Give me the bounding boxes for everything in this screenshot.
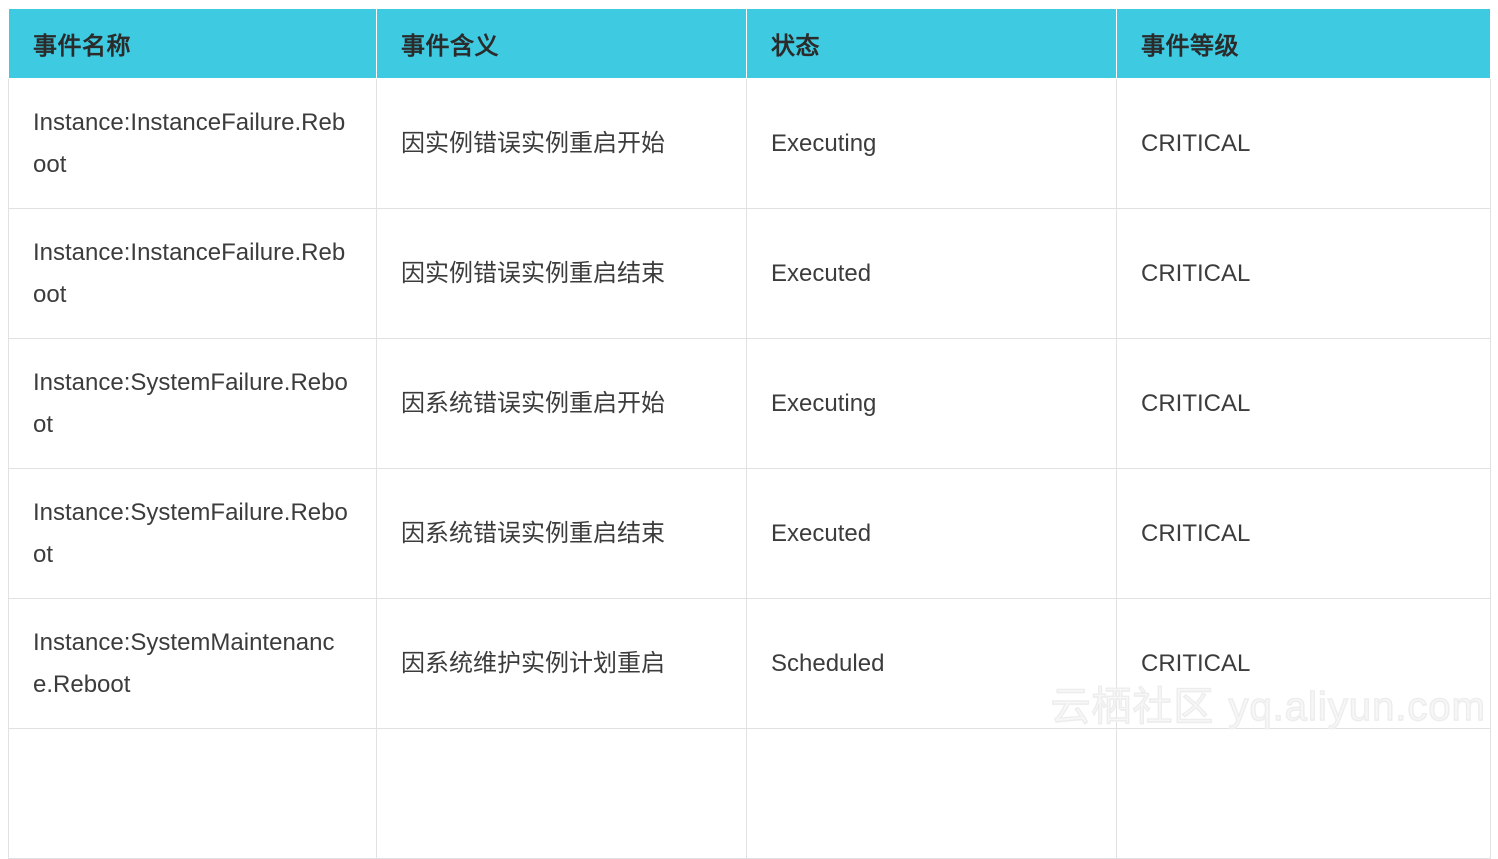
cell-status: Executed — [746, 208, 1117, 339]
table-row: Instance:SystemFailure.Reboot 因系统错误实例重启开… — [8, 338, 1491, 469]
cell-status: Executed — [746, 468, 1117, 599]
cell-status: Executing — [746, 78, 1117, 209]
cell-event-level: CRITICAL — [1116, 78, 1491, 209]
cell-status: Executing — [746, 338, 1117, 469]
cell-event-name: Instance:SystemFailure.Reboot — [8, 468, 377, 599]
cell-event-level: CRITICAL — [1116, 208, 1491, 339]
cell-event-name: Instance:InstanceFailure.Reboot — [8, 208, 377, 339]
table-header-row: 事件名称 事件含义 状态 事件等级 — [8, 8, 1491, 79]
cell-event-meaning: 因实例错误实例重启结束 — [376, 208, 747, 339]
cell-event-name: Instance:SystemFailure.Reboot — [8, 338, 377, 469]
table-header: 事件名称 事件含义 状态 事件等级 — [8, 8, 1491, 79]
cell-event-name: Instance:SystemMaintenance.Reboot — [8, 598, 377, 729]
column-header-event-level: 事件等级 — [1116, 8, 1491, 79]
cell-event-level: CRITICAL — [1116, 468, 1491, 599]
cell-event-meaning — [376, 728, 747, 859]
column-header-status: 状态 — [746, 8, 1117, 79]
column-header-event-meaning: 事件含义 — [376, 8, 747, 79]
document-root: 事件名称 事件含义 状态 事件等级 Instance:InstanceFailu… — [0, 0, 1498, 859]
column-header-event-name: 事件名称 — [8, 8, 377, 79]
cell-event-level — [1116, 728, 1491, 859]
table-body: Instance:InstanceFailure.Reboot 因实例错误实例重… — [8, 78, 1491, 859]
cell-event-meaning: 因系统维护实例计划重启 — [376, 598, 747, 729]
cell-event-level: CRITICAL — [1116, 338, 1491, 469]
table-row — [8, 728, 1491, 859]
cell-status: Scheduled — [746, 598, 1117, 729]
cell-event-meaning: 因系统错误实例重启结束 — [376, 468, 747, 599]
cell-event-level: CRITICAL — [1116, 598, 1491, 729]
cell-event-name: Instance:InstanceFailure.Reboot — [8, 78, 377, 209]
cell-event-name — [8, 728, 377, 859]
table-row: Instance:InstanceFailure.Reboot 因实例错误实例重… — [8, 78, 1491, 209]
table-row: Instance:SystemMaintenance.Reboot 因系统维护实… — [8, 598, 1491, 729]
cell-status — [746, 728, 1117, 859]
event-types-table: 事件名称 事件含义 状态 事件等级 Instance:InstanceFailu… — [8, 8, 1491, 859]
table-row: Instance:InstanceFailure.Reboot 因实例错误实例重… — [8, 208, 1491, 339]
cell-event-meaning: 因实例错误实例重启开始 — [376, 78, 747, 209]
cell-event-meaning: 因系统错误实例重启开始 — [376, 338, 747, 469]
table-row: Instance:SystemFailure.Reboot 因系统错误实例重启结… — [8, 468, 1491, 599]
